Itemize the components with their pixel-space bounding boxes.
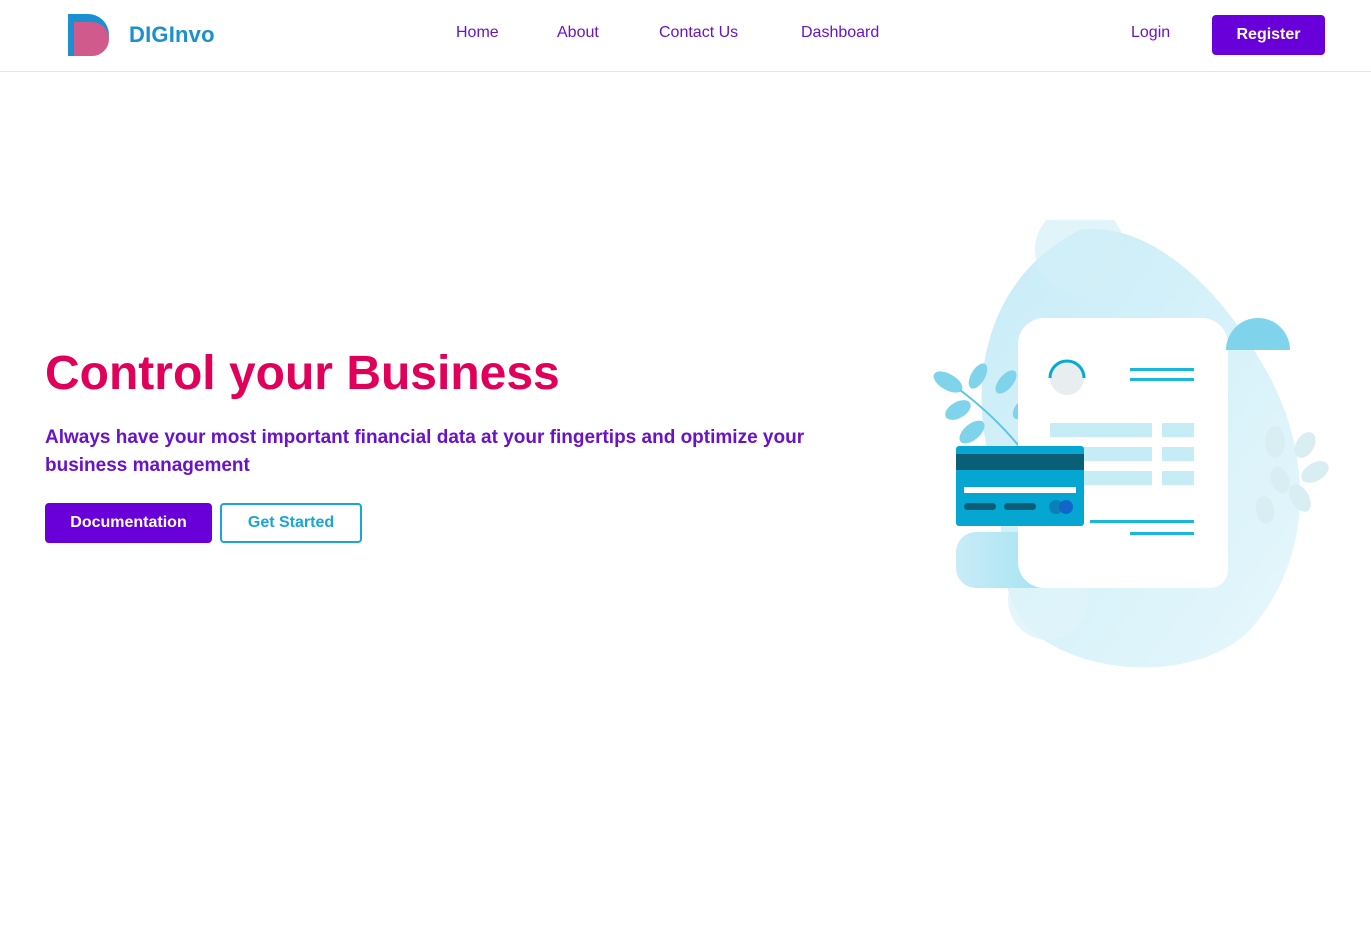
brand-name: DIGInvo	[129, 22, 215, 47]
documentation-button[interactable]: Documentation	[45, 503, 212, 543]
d-letter-logo-icon	[68, 14, 109, 56]
get-started-button[interactable]: Get Started	[220, 503, 362, 543]
register-button[interactable]: Register	[1212, 15, 1325, 55]
nav-link-contact[interactable]: Contact Us	[659, 24, 738, 42]
nav-link-dashboard[interactable]: Dashboard	[801, 24, 879, 42]
hero-title: Control your Business	[45, 347, 560, 400]
brand-link[interactable]: DIGInvo	[68, 14, 215, 56]
nav-link-home[interactable]: Home	[456, 24, 499, 42]
nav-link-about[interactable]: About	[557, 24, 599, 42]
login-link[interactable]: Login	[1131, 24, 1170, 42]
invoice-credit-card-illustration	[933, 220, 1329, 668]
hero-subtitle: Always have your most important financia…	[45, 427, 805, 476]
top-navbar: DIGInvo Home About Contact Us Dashboard …	[0, 0, 1371, 72]
